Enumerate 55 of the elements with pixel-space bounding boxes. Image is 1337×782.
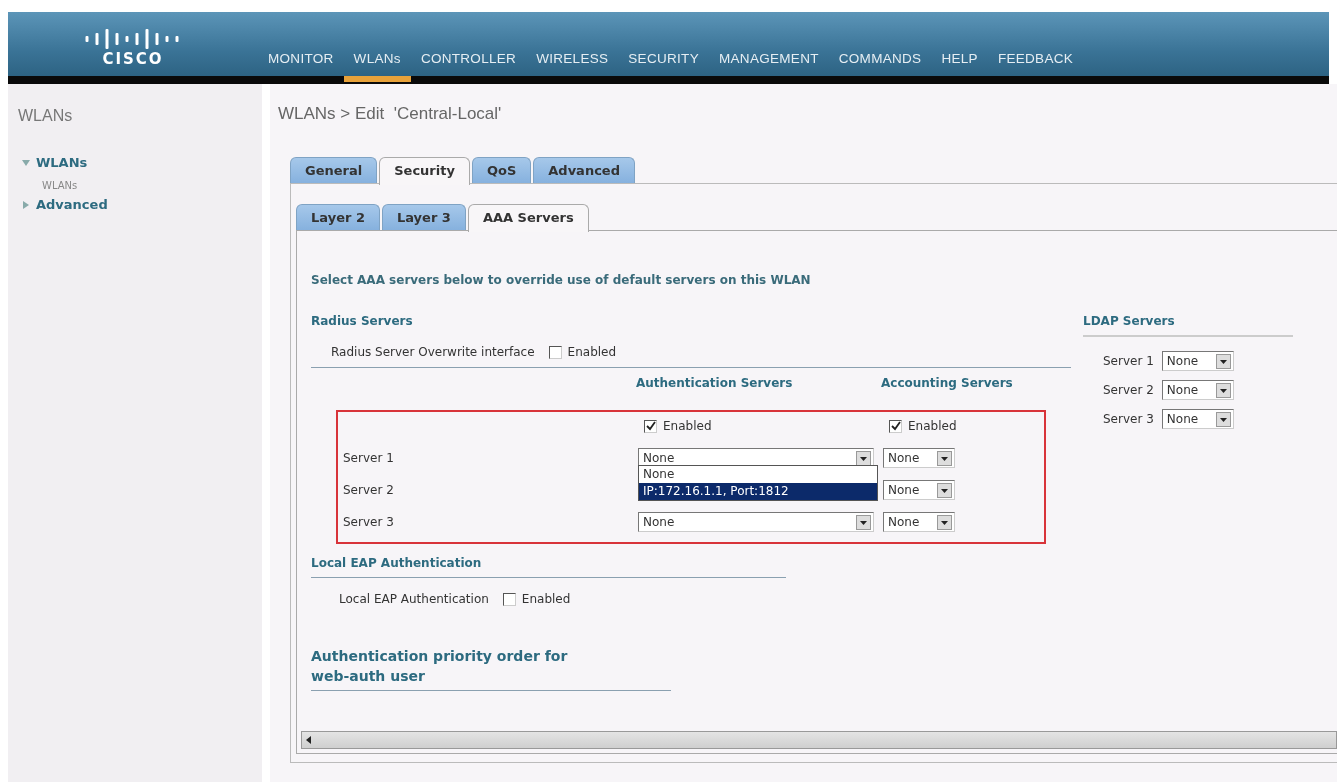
field-label: Server 3 xyxy=(342,515,395,529)
dropdown-option[interactable]: None xyxy=(639,466,877,483)
sidebar-item[interactable]: WLANs xyxy=(36,155,88,170)
field-label: Server 1 xyxy=(1103,354,1154,368)
field-label: Radius Server Overwrite interface xyxy=(331,345,535,359)
tab[interactable]: AAA Servers xyxy=(467,204,589,232)
tab[interactable]: Security xyxy=(379,157,470,185)
checkbox-label: Enabled xyxy=(521,592,571,606)
field-label: Server 1 xyxy=(342,451,395,465)
nav-item[interactable]: MONITOR xyxy=(258,51,344,82)
sidebar-item[interactable]: Advanced xyxy=(36,197,108,212)
dropdown[interactable]: None xyxy=(883,512,955,532)
column-heading: Authentication Servers xyxy=(636,376,794,390)
sidebar-subitem[interactable]: WLANs xyxy=(42,180,78,191)
checkbox-label: Enabled xyxy=(908,419,957,433)
nav-item[interactable]: SECURITY xyxy=(618,51,709,82)
checkbox[interactable] xyxy=(644,419,657,433)
field-label: Server 2 xyxy=(342,483,395,497)
nav-item[interactable]: CONTROLLER xyxy=(410,51,527,82)
column-heading: Accounting Servers xyxy=(881,376,1014,390)
tab[interactable]: General xyxy=(290,157,378,183)
tab[interactable]: QoS xyxy=(471,157,532,183)
checkbox-label: Enabled xyxy=(567,345,617,359)
checkbox[interactable] xyxy=(548,345,562,359)
field-label: Server 2 xyxy=(1103,383,1154,397)
nav-item[interactable]: FEEDBACK xyxy=(987,51,1084,82)
checkbox[interactable] xyxy=(889,419,902,433)
dropdown[interactable]: None xyxy=(883,448,955,468)
intro-text: Select AAA servers below to override use of default servers on this WLAN xyxy=(311,273,811,287)
checkbox-label: Enabled xyxy=(663,419,712,433)
dropdown[interactable]: None xyxy=(638,448,874,468)
dropdown[interactable]: None xyxy=(1161,351,1234,371)
page-title: WLANs > Edit 'Central-Local' xyxy=(278,104,502,124)
tab[interactable]: Advanced xyxy=(533,157,635,183)
tab[interactable]: Layer 2 xyxy=(296,204,380,230)
nav-item[interactable]: MANAGEMENT xyxy=(709,51,829,82)
field-label: Local EAP Authentication xyxy=(339,592,489,606)
nav-item[interactable]: WIRELESS xyxy=(526,51,619,82)
logo-text: CISCO xyxy=(102,50,164,68)
section-heading: Local EAP Authentication xyxy=(311,556,482,570)
nav-item[interactable]: HELP xyxy=(931,51,988,82)
dropdown[interactable]: None xyxy=(1161,380,1234,400)
tab[interactable]: Layer 3 xyxy=(381,204,466,230)
section-heading: Authentication priority order for web-auth user xyxy=(311,647,569,686)
dropdown[interactable]: None xyxy=(638,512,874,532)
section-heading: LDAP Servers xyxy=(1083,314,1175,328)
nav-item[interactable]: COMMANDS xyxy=(828,51,932,82)
sidebar-title: WLANs xyxy=(18,107,73,125)
checkbox[interactable] xyxy=(502,592,516,606)
field-label: Server 3 xyxy=(1103,412,1154,426)
dropdown[interactable]: None xyxy=(883,480,955,500)
scrollbar[interactable] xyxy=(301,731,1337,749)
dropdown[interactable]: None xyxy=(1161,409,1234,429)
section-heading: Radius Servers xyxy=(311,314,413,328)
dropdown-option[interactable]: IP:172.16.1.1, Port:1812 xyxy=(639,483,877,500)
